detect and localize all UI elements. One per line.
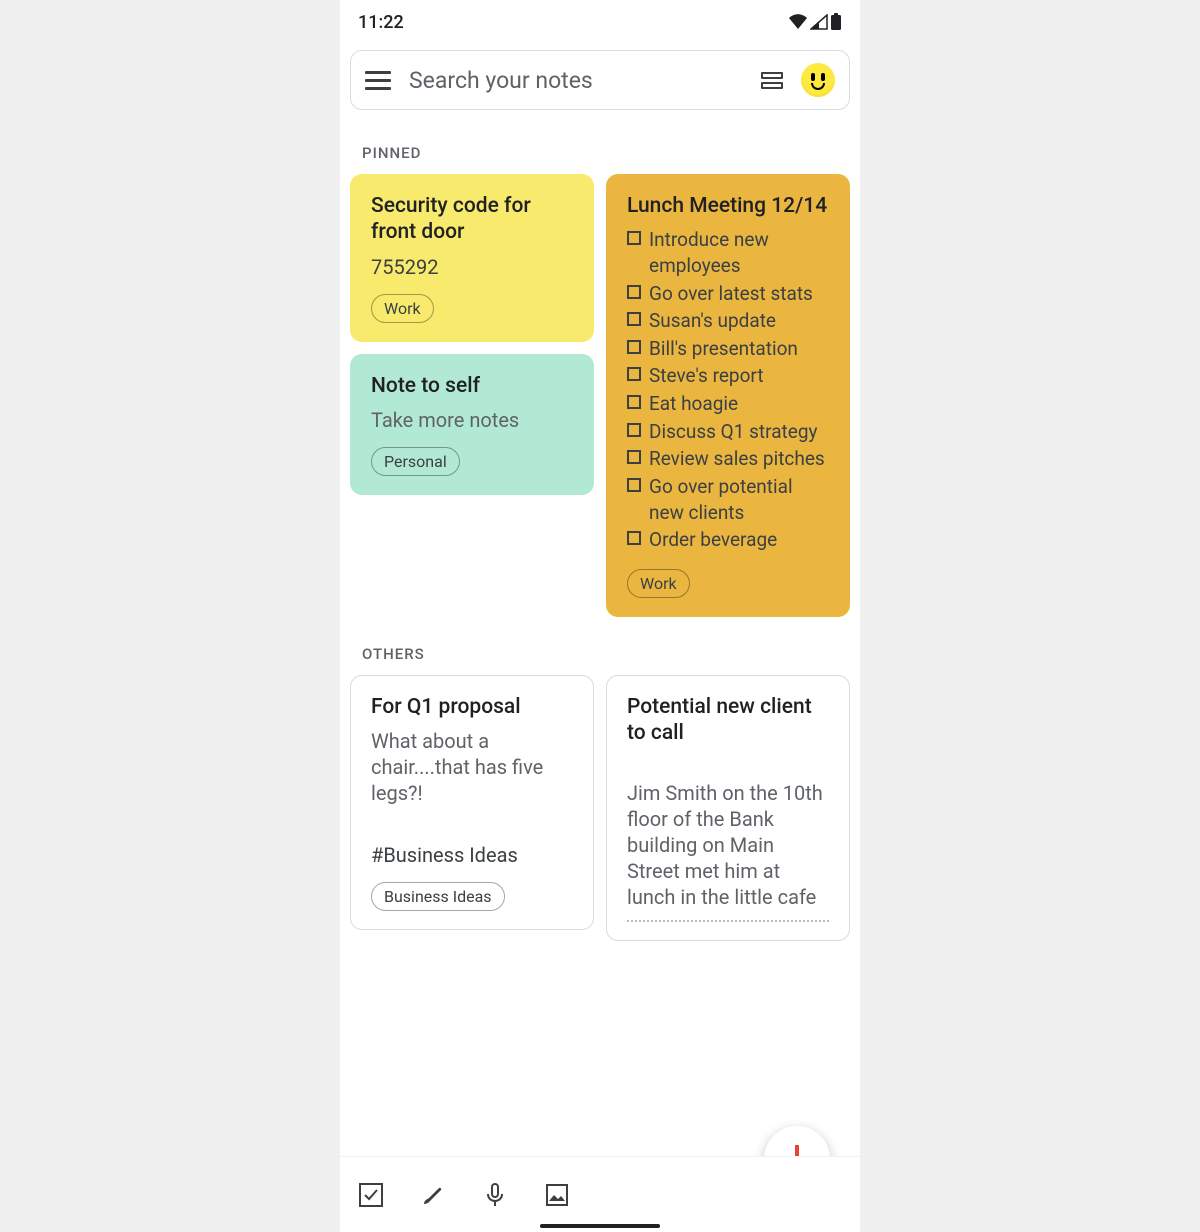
checklist: Introduce new employees Go over latest s… — [627, 227, 829, 553]
cell-signal-icon — [810, 14, 828, 30]
checklist-item[interactable]: Discuss Q1 strategy — [627, 419, 829, 445]
checkbox-note-icon[interactable] — [358, 1182, 384, 1208]
label-chip[interactable]: Business Ideas — [371, 882, 505, 911]
note-body: What about a chair....that has five legs… — [371, 728, 573, 806]
note-extra: #Business Ideas — [371, 842, 573, 868]
checkbox-icon[interactable] — [627, 285, 641, 299]
battery-icon — [830, 13, 842, 31]
menu-icon[interactable] — [365, 71, 391, 90]
checklist-item[interactable]: Bill's presentation — [627, 336, 829, 362]
label-chip[interactable]: Work — [371, 294, 434, 323]
note-body: 755292 — [371, 254, 573, 280]
note-card[interactable]: Security code for front door 755292 Work — [350, 174, 594, 342]
checkbox-icon[interactable] — [627, 423, 641, 437]
checklist-item[interactable]: Go over latest stats — [627, 281, 829, 307]
search-container: Search your notes — [340, 44, 860, 116]
note-body: Jim Smith on the 10th floor of the Bank … — [627, 780, 829, 910]
checkbox-icon[interactable] — [627, 450, 641, 464]
checkbox-icon[interactable] — [627, 531, 641, 545]
checklist-item[interactable]: Review sales pitches — [627, 446, 829, 472]
checkbox-icon[interactable] — [627, 395, 641, 409]
checklist-item[interactable]: Susan's update — [627, 308, 829, 334]
brush-icon[interactable] — [420, 1182, 446, 1208]
checkbox-icon[interactable] — [627, 478, 641, 492]
label-chip[interactable]: Work — [627, 569, 690, 598]
note-title: Note to self — [371, 373, 573, 399]
checklist-item[interactable]: Go over potential new clients — [627, 474, 829, 525]
app-screen: 11:22 Search your notes PINNED Security … — [340, 0, 860, 1232]
note-title: Lunch Meeting 12/14 — [627, 193, 829, 219]
search-bar[interactable]: Search your notes — [350, 50, 850, 110]
search-placeholder[interactable]: Search your notes — [409, 67, 743, 94]
others-grid: For Q1 proposal What about a chair....th… — [340, 675, 860, 942]
note-card[interactable]: Lunch Meeting 12/14 Introduce new employ… — [606, 174, 850, 617]
note-card[interactable]: Potential new client to call Jim Smith o… — [606, 675, 850, 942]
mic-icon[interactable] — [482, 1182, 508, 1208]
note-title: Security code for front door — [371, 193, 573, 246]
checkbox-icon[interactable] — [627, 367, 641, 381]
note-title: Potential new client to call — [627, 694, 829, 747]
section-pinned-label: PINNED — [340, 116, 860, 174]
divider — [627, 920, 829, 922]
checklist-item[interactable]: Steve's report — [627, 363, 829, 389]
account-avatar[interactable] — [801, 63, 835, 97]
checklist-item[interactable]: Eat hoagie — [627, 391, 829, 417]
checklist-item[interactable]: Introduce new employees — [627, 227, 829, 278]
note-body: Take more notes — [371, 407, 573, 433]
view-toggle-icon[interactable] — [761, 72, 783, 89]
status-bar: 11:22 — [340, 0, 860, 44]
clock: 11:22 — [358, 12, 404, 33]
checkbox-icon[interactable] — [627, 340, 641, 354]
pinned-grid: Security code for front door 755292 Work… — [340, 174, 860, 617]
nav-handle[interactable] — [540, 1224, 660, 1228]
checkbox-icon[interactable] — [627, 312, 641, 326]
bottom-toolbar — [340, 1156, 860, 1232]
label-chip[interactable]: Personal — [371, 447, 460, 476]
checklist-item[interactable]: Order beverage — [627, 527, 829, 553]
checkbox-icon[interactable] — [627, 231, 641, 245]
note-card[interactable]: Note to self Take more notes Personal — [350, 354, 594, 495]
note-card[interactable]: For Q1 proposal What about a chair....th… — [350, 675, 594, 930]
section-others-label: OTHERS — [340, 617, 860, 675]
image-icon[interactable] — [544, 1182, 570, 1208]
note-title: For Q1 proposal — [371, 694, 573, 720]
wifi-icon — [788, 14, 808, 30]
status-icons — [788, 13, 842, 31]
